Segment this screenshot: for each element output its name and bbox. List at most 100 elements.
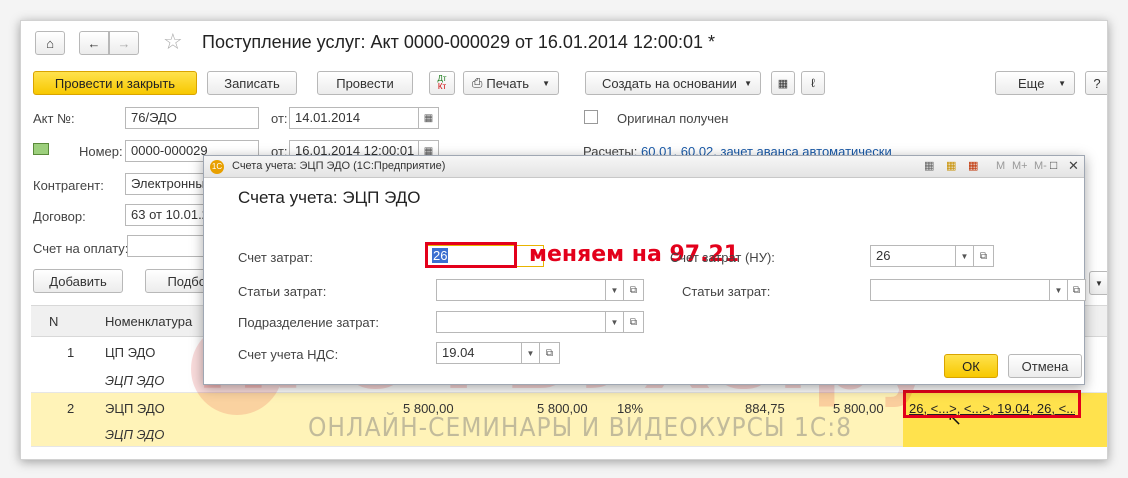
open-icon: ⧉ (629, 284, 638, 296)
dialog-heading: Счета учета: ЭЦП ЭДО (238, 188, 421, 207)
invoice-field[interactable] (127, 235, 207, 257)
number-label: Номер: (79, 144, 123, 159)
chevron-down-icon: ▼ (610, 285, 619, 295)
calendar-icon: ▦ (423, 112, 434, 124)
dialog-toolbar-icon-1[interactable]: ▦ (924, 159, 934, 172)
contractor-label: Контрагент: (33, 178, 104, 193)
post-button[interactable]: Провести (317, 71, 413, 95)
cost-account-nu-dropdown[interactable]: ▼ (956, 245, 974, 267)
cost-items-open[interactable]: ⧉ (624, 279, 644, 301)
chevron-down-icon: ▼ (1054, 285, 1063, 295)
report-button[interactable]: ▦ (771, 71, 795, 95)
dt-kt-icon: Дт Кт (437, 74, 447, 91)
row-total: 5 800,00 (833, 401, 884, 416)
help-button[interactable]: ? (1085, 71, 1107, 95)
row-vat-amount: 884,75 (745, 401, 785, 416)
column-header-nomenclature[interactable]: Номенклатура (105, 314, 192, 329)
post-and-close-button[interactable]: Провести и закрыть (33, 71, 197, 95)
maximize-icon[interactable]: □ (1050, 158, 1057, 172)
department-dropdown[interactable]: ▼ (606, 311, 624, 333)
calendar-button[interactable]: ▦ (419, 107, 439, 129)
status-icon (33, 143, 49, 155)
act-label: Акт №: (33, 111, 75, 126)
row-nomenclature-content: ЭЦП ЭДО (105, 373, 165, 388)
cost-items-dropdown[interactable]: ▼ (606, 279, 624, 301)
cost-items-right-open[interactable]: ⧉ (1068, 279, 1086, 301)
add-row-button[interactable]: Добавить (33, 269, 123, 293)
calendar-icon[interactable]: ▦ (968, 159, 978, 172)
home-icon: ⌂ (46, 35, 54, 51)
act-date-field[interactable]: 14.01.2014 (289, 107, 419, 129)
home-button[interactable]: ⌂ (35, 31, 65, 55)
contract-label: Договор: (33, 209, 86, 224)
open-icon: ⧉ (629, 316, 638, 328)
paperclip-icon: ℓ (811, 76, 815, 90)
chevron-down-icon: ▼ (610, 317, 619, 327)
chevron-down-icon: ▼ (744, 78, 752, 88)
report-icon: ▦ (777, 77, 789, 90)
chevron-down-icon: ▼ (1058, 78, 1066, 88)
cost-account-nu-label: Счет затрат (НУ): (670, 250, 775, 265)
create-based-on-button[interactable]: Создать на основании ▼ (585, 71, 761, 95)
contractor-field[interactable]: Электронный (125, 173, 205, 195)
forward-button[interactable]: → (109, 31, 139, 55)
memory-button[interactable]: M (996, 160, 1005, 172)
chevron-down-icon: ▼ (960, 251, 969, 261)
open-icon: ⧉ (979, 250, 988, 262)
dt-kt-button[interactable]: Дт Кт (429, 71, 455, 95)
cost-account-highlight-box (425, 242, 517, 268)
more-button[interactable]: Еще ▼ (995, 71, 1075, 95)
dialog-toolbar-icon-2[interactable]: ▦ (946, 159, 956, 172)
column-header-n[interactable]: N (49, 314, 58, 329)
vat-account-dropdown[interactable]: ▼ (522, 342, 540, 364)
back-button[interactable]: ← (79, 31, 109, 55)
row-nomenclature-content: ЭЦП ЭДО (105, 427, 165, 442)
cost-account-nu-open[interactable]: ⧉ (974, 245, 994, 267)
save-button[interactable]: Записать (207, 71, 297, 95)
act-number-field[interactable]: 76/ЭДО (125, 107, 259, 129)
open-icon: ⧉ (1072, 284, 1081, 296)
1c-logo-icon: 1С (210, 160, 224, 174)
vat-account-field[interactable]: 19.04 (436, 342, 522, 364)
row-nomenclature: ЦП ЭДО (105, 345, 156, 360)
cost-items-right-label: Статьи затрат: (682, 284, 771, 299)
memory-minus-button[interactable]: M- (1034, 160, 1047, 172)
print-button[interactable]: ⎙ Печать ▼ (463, 71, 559, 95)
accounts-dialog: 1С Счета учета: ЭЦП ЭДО (1С:Предприятие)… (203, 155, 1086, 385)
ok-button[interactable]: ОК (944, 354, 998, 378)
act-date-from-label: от: (271, 111, 288, 126)
contract-field[interactable]: 63 от 10.01.2 (125, 204, 205, 226)
cost-items-field[interactable] (436, 279, 606, 301)
chevron-down-icon: ▼ (542, 78, 550, 88)
department-label: Подразделение затрат: (238, 315, 379, 330)
close-icon[interactable]: ✕ (1068, 158, 1079, 174)
department-open[interactable]: ⧉ (624, 311, 644, 333)
print-label: Печать (486, 75, 529, 91)
row-number: 1 (67, 345, 75, 360)
cost-account-nu-field[interactable]: 26 (870, 245, 956, 267)
dialog-title-bar: 1С Счета учета: ЭЦП ЭДО (1С:Предприятие)… (204, 156, 1084, 178)
open-icon: ⧉ (545, 347, 554, 359)
memory-plus-button[interactable]: M+ (1012, 160, 1028, 172)
vat-account-open[interactable]: ⧉ (540, 342, 560, 364)
main-window: ⌂ ← → ☆ Поступление услуг: Акт 0000-0000… (20, 20, 1108, 460)
table-more-button[interactable]: ▼ (1089, 271, 1107, 295)
cost-account-label: Счет затрат: (238, 250, 313, 265)
row-quantity: 5 800,00 (403, 401, 454, 416)
star-icon[interactable]: ☆ (163, 29, 183, 55)
printer-icon: ⎙ (472, 75, 483, 90)
page-title: Поступление услуг: Акт 0000-000029 от 16… (202, 32, 715, 52)
invoice-label: Счет на оплату: (33, 241, 129, 256)
chevron-down-icon: ▼ (526, 348, 535, 358)
row-nomenclature: ЭЦП ЭДО (105, 401, 165, 416)
cancel-button[interactable]: Отмена (1008, 354, 1082, 378)
chevron-down-icon: ▼ (1095, 278, 1103, 288)
original-received-label: Оригинал получен (617, 111, 729, 126)
arrow-left-icon: ← (87, 35, 101, 51)
department-field[interactable] (436, 311, 606, 333)
cost-items-right-field[interactable] (870, 279, 1050, 301)
row-number: 2 (67, 401, 75, 416)
original-received-checkbox[interactable] (584, 110, 598, 124)
cost-items-right-dropdown[interactable]: ▼ (1050, 279, 1068, 301)
attach-button[interactable]: ℓ (801, 71, 825, 95)
